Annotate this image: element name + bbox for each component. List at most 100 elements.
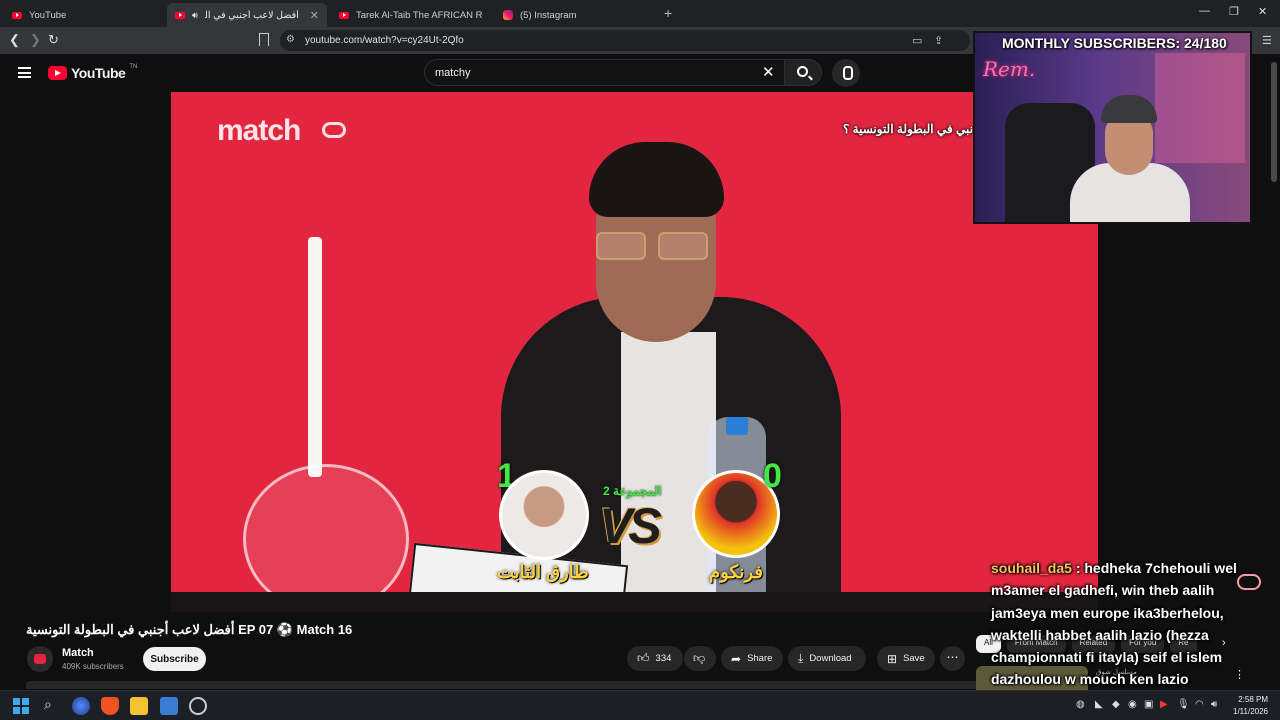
right-player-score: 0 [763, 457, 782, 495]
video-title: أفضل لاعب أجنبي في البطولة التونسية EP 0… [26, 622, 353, 637]
close-window-button[interactable]: ✕ [1258, 5, 1267, 18]
vs-graphic: VS [599, 498, 662, 554]
left-player-avatar [499, 470, 589, 560]
minimize-button[interactable]: — [1199, 5, 1210, 17]
discord-icon[interactable]: ◉ [1128, 699, 1137, 710]
thumbs-down-icon: 👎︎ [693, 651, 706, 665]
tab-tarek-video[interactable]: Tarek Al-Taib The AFRICAN Ronaldinho [331, 3, 491, 27]
download-label: Download [809, 653, 852, 664]
steam-icon[interactable]: ◍ [1076, 699, 1085, 710]
thumbs-up-icon: 👍︎ [637, 651, 650, 665]
left-player-name: طارق الثابت [497, 562, 589, 582]
clock-time: 2:58 PM [1238, 695, 1268, 704]
search-taskbar-icon[interactable]: ⌕ [44, 696, 52, 713]
youtube-wordmark: YouTube [71, 65, 126, 81]
clock-date: 1/11/2026 [1233, 707, 1268, 716]
photos-icon[interactable] [160, 697, 178, 715]
dislike-button[interactable]: 👎︎ [684, 646, 716, 671]
save-label: Save [903, 653, 925, 664]
search-icon [797, 66, 808, 77]
share-label: Share [747, 653, 773, 664]
instagram-icon [503, 10, 513, 20]
forward-button[interactable]: ❯ [30, 32, 41, 48]
subscriber-count: 409K subscribers [62, 662, 124, 671]
shirt [621, 332, 716, 612]
search-input[interactable]: matchy [424, 59, 789, 86]
search-query: matchy [435, 66, 471, 79]
neon-sign: Rem. [983, 57, 1036, 81]
browser-tab-strip: YouTube 🔊︎ أفضل لاعب أجنبي في البطولة ✕ … [0, 0, 1280, 27]
url-text: youtube.com/watch?v=cy24Ut-2Qfo [305, 35, 464, 46]
brave-browser-icon[interactable] [101, 697, 119, 715]
channel-name[interactable]: Match [62, 647, 94, 659]
hamburger-menu-icon[interactable] [18, 67, 31, 78]
glasses-lens [596, 232, 646, 260]
new-tab-button[interactable]: + [664, 5, 672, 21]
description-box[interactable] [26, 681, 993, 689]
glasses-lens [658, 232, 708, 260]
tab-title: أفضل لاعب أجنبي في البطولة [205, 9, 299, 21]
tab-instagram[interactable]: (5) Instagram [495, 3, 655, 27]
youtube-tray-icon[interactable]: ▶ [1160, 699, 1168, 710]
share-button[interactable]: ➦ Share [721, 646, 783, 671]
obs-icon[interactable] [189, 697, 207, 715]
glass-bowl [243, 464, 409, 612]
tab-current-video[interactable]: 🔊︎ أفضل لاعب أجنبي في البطولة ✕ [167, 3, 327, 27]
cast-icon[interactable]: ▭ [912, 34, 922, 47]
tab-title: Tarek Al-Taib The AFRICAN Ronaldinho [356, 9, 483, 21]
youtube-logo[interactable]: YouTube TN [48, 64, 138, 81]
search-button[interactable] [784, 59, 822, 86]
country-code: TN [129, 64, 138, 70]
site-info-icon[interactable]: ⚙ [286, 34, 295, 45]
restore-button[interactable]: ❐ [1229, 5, 1239, 18]
candle [308, 237, 322, 477]
save-icon: ⊞ [887, 651, 898, 666]
subscriber-goal-counter: MONTHLY SUBSCRIBERS: 24/180 [1002, 35, 1227, 51]
channel-avatar[interactable] [27, 646, 53, 672]
reload-button[interactable]: ↻ [48, 32, 59, 48]
system-clock[interactable]: 2:58 PM 1/11/2026 [1228, 694, 1268, 718]
clear-search-icon[interactable]: ✕ [762, 63, 775, 81]
video-player[interactable]: match نبي في البطولة التونسية ؟ 1 المجمو… [171, 92, 1098, 612]
download-icon: ⤓ [798, 651, 804, 665]
group-label: المجموعة 2 [603, 484, 662, 498]
speaker-icon: 🔊︎ [192, 9, 198, 20]
close-icon[interactable]: ✕ [310, 9, 319, 22]
network-tray-icon[interactable]: ◆ [1112, 699, 1120, 710]
save-button[interactable]: ⊞ Save [877, 646, 935, 671]
start-button[interactable] [13, 698, 29, 714]
subscribe-button[interactable]: Subscribe [143, 647, 206, 671]
url-field[interactable]: ⚙ youtube.com/watch?v=cy24Ut-2Qfo [280, 30, 970, 51]
volume-icon[interactable]: 🔊︎ [1211, 699, 1217, 710]
share-page-icon[interactable]: ⇪ [934, 34, 943, 47]
copilot-icon[interactable] [72, 697, 90, 715]
app-tray-icon[interactable]: ▣ [1144, 699, 1153, 710]
presenter-hair [589, 142, 724, 217]
nvidia-icon[interactable]: ◣ [1095, 699, 1103, 710]
scrollbar-thumb[interactable] [1271, 62, 1277, 182]
menu-icon[interactable]: ☰ [1262, 34, 1272, 47]
page-scrollbar[interactable] [1268, 54, 1280, 690]
back-button[interactable]: ❮ [9, 32, 20, 48]
youtube-icon [339, 11, 349, 19]
download-button[interactable]: ⤓ Download [788, 646, 866, 671]
wifi-icon[interactable]: ◠ [1195, 699, 1204, 710]
room-lights [1155, 53, 1245, 163]
microphone-icon[interactable]: 🎙︎ [1177, 699, 1190, 710]
like-button[interactable]: 👍︎ 334 [627, 646, 683, 671]
chat-text: hedheka 7chehouli wel m3amer el gadhefi,… [991, 560, 1237, 688]
webcam-overlay: Rem. [973, 31, 1252, 224]
voice-search-button[interactable] [832, 59, 860, 87]
youtube-icon [175, 11, 185, 19]
right-player-name: فرنكوم [709, 562, 763, 582]
tab-title: YouTube [29, 9, 67, 21]
handshake-emote-icon [1237, 574, 1261, 590]
more-actions-button[interactable]: ⋯ [940, 646, 965, 671]
tab-youtube[interactable]: YouTube [4, 3, 164, 27]
like-count: 334 [655, 653, 672, 664]
match-brand-logo: match [217, 114, 301, 147]
file-explorer-icon[interactable] [130, 697, 148, 715]
table [171, 592, 1098, 612]
bookmark-icon[interactable] [259, 33, 269, 46]
youtube-play-icon [48, 66, 67, 80]
